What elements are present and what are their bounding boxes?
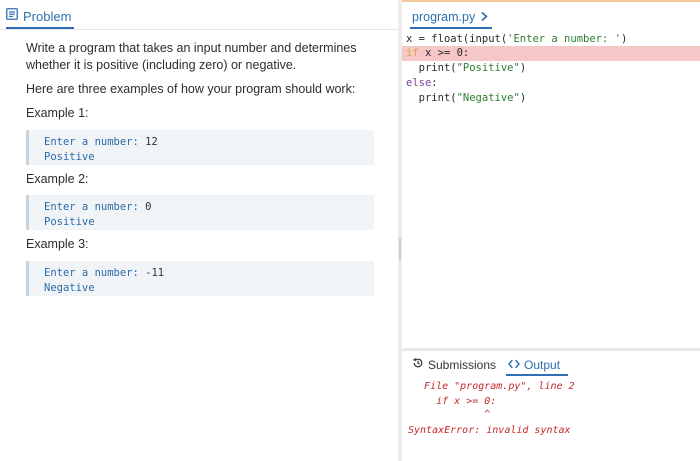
example-box: Enter a number: 0 Positive [26,195,374,230]
tab-output-label: Output [524,358,561,372]
code-token: print( [418,62,457,74]
code-token: : [431,77,438,89]
resize-handle[interactable] [399,238,401,260]
code-token: print( [418,92,457,104]
top-accent-bar [402,0,700,2]
example-input: 12 [145,136,158,148]
code-line: else: [402,76,700,91]
code-line: print("Positive") [402,61,700,76]
chevron-right-icon [481,8,488,26]
example-prompt: Enter a number: [44,201,139,213]
example-heading: Example 1: [26,106,89,120]
problem-tabbar: Problem [0,0,398,30]
code-token: ) [519,62,527,74]
document-icon [6,7,18,25]
tab-problem-label: Problem [23,8,72,24]
code-token: "Negative" [456,92,520,104]
description-line-2: whether it is positive (including zero) … [26,58,297,72]
output-line: File "program.py", line 2 [412,381,575,392]
code-line-error: if x >= 0: [402,46,700,61]
code-line: x = float(input('Enter a number: ') [402,32,700,47]
code-token: 'Enter a number: ' [507,33,621,45]
tab-output[interactable]: Output [508,356,560,374]
tab-submissions[interactable]: Submissions [412,356,496,374]
example-output: Negative [44,282,95,294]
output-line: if x >= 0: [412,396,497,407]
active-tab-indicator [410,27,492,29]
file-tab-label: program.py [412,10,476,24]
example-output: Positive [44,216,95,228]
example-input: -11 [145,267,165,279]
code-token: else [406,77,432,89]
code-editor[interactable]: x = float(input('Enter a number: ') if x… [402,30,700,348]
code-token: if [406,47,419,59]
active-tab-indicator [6,27,74,29]
history-icon [412,356,424,374]
tab-submissions-label: Submissions [428,358,497,372]
editor-pane: program.py x = float(input('Enter a numb… [402,0,700,461]
examples-intro: Here are three examples of how your prog… [26,82,356,96]
active-tab-indicator [506,374,568,376]
example-heading: Example 3: [26,237,89,251]
example-heading: Example 2: [26,172,89,186]
code-token: x = [406,33,432,45]
code-brackets-icon [508,356,520,374]
example-box: Enter a number: 12 Positive [26,130,374,165]
code-token: x >= 0: [418,47,470,59]
code-token: ) [519,92,527,104]
problem-pane: Problem Write a program that takes an in… [0,0,398,461]
example-prompt: Enter a number: [44,136,139,148]
example-output: Positive [44,151,95,163]
example-box: Enter a number: -11 Negative [26,261,374,296]
example-input: 0 [145,201,152,213]
code-token: "Positive" [456,62,520,74]
code-token: ) [620,33,628,45]
code-line: print("Negative") [402,91,700,106]
output-line: SyntaxError: invalid syntax [408,425,571,436]
output-line: ^ [412,409,491,420]
tab-program-file[interactable]: program.py [412,8,488,26]
example-prompt: Enter a number: [44,267,139,279]
description-line-1: Write a program that takes an input numb… [26,41,357,55]
code-token: float(input( [431,33,508,45]
tab-problem[interactable]: Problem [6,6,71,26]
output-tabbar: Submissions Output [402,351,700,377]
